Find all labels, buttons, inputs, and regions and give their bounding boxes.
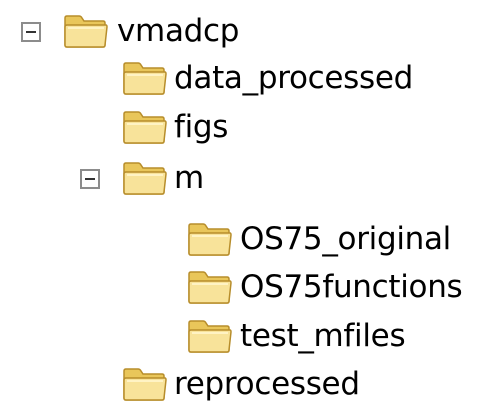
tree-node-label: reprocessed [174, 366, 360, 402]
tree-node-m[interactable]: m [0, 157, 260, 201]
folder-icon [186, 222, 232, 258]
tree-node-label: data_processed [174, 60, 414, 96]
tree-node-label: OS75functions [240, 269, 463, 305]
tree-node-os75-original[interactable]: OS75_original [0, 218, 480, 262]
collapse-toggle-icon[interactable] [21, 22, 41, 42]
tree-node-os75functions[interactable]: OS75functions [0, 266, 480, 310]
tree-node-label: m [174, 160, 204, 196]
tree-node-figs[interactable]: figs [0, 106, 260, 150]
tree-node-reprocessed[interactable]: reprocessed [0, 363, 420, 407]
tree-node-test-mfiles[interactable]: test_mfiles [0, 315, 480, 359]
tree-node-label: test_mfiles [240, 318, 406, 354]
folder-tree: vmadcp data_processed figs m OS75_origin… [0, 0, 484, 413]
tree-node-label: OS75_original [240, 221, 451, 257]
folder-icon [186, 270, 232, 306]
folder-icon [121, 110, 167, 146]
tree-node-label: vmadcp [117, 13, 240, 49]
folder-icon [121, 61, 167, 97]
tree-node-data-processed[interactable]: data_processed [0, 57, 450, 101]
folder-icon [62, 14, 108, 50]
collapse-toggle-icon[interactable] [80, 169, 100, 189]
folder-icon [186, 319, 232, 355]
tree-node-label: figs [174, 109, 229, 145]
tree-node-vmadcp[interactable]: vmadcp [0, 10, 260, 54]
folder-icon [121, 367, 167, 403]
folder-icon [121, 161, 167, 197]
